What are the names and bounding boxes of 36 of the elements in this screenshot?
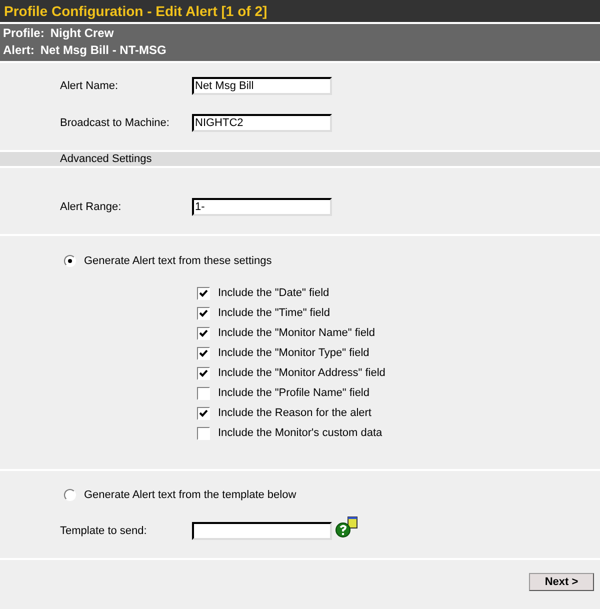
field-label: Alert Range: xyxy=(59,201,122,213)
info-value: Net Msg Bill - NT-MSG xyxy=(40,43,166,57)
checkbox-label: Include the "Monitor Name" field xyxy=(218,327,375,339)
input-field[interactable]: NIGHTC2 xyxy=(192,114,332,132)
radio-button[interactable] xyxy=(64,489,76,501)
radio-label: Generate Alert text from the template below xyxy=(84,489,296,501)
section-heading: Advanced Settings xyxy=(0,152,600,168)
checkbox-label: Include the "Monitor Address" field xyxy=(218,367,386,379)
checkbox[interactable] xyxy=(197,366,210,380)
checkbox[interactable] xyxy=(197,346,210,360)
input-field[interactable]: Net Msg Bill xyxy=(192,77,332,95)
next-button[interactable]: Next > xyxy=(529,573,594,591)
info-label: Alert: xyxy=(3,42,34,59)
checkbox-label: Include the Monitor's custom data xyxy=(218,427,382,439)
checkbox-label: Include the "Time" field xyxy=(218,307,330,319)
checkbox-label: Include the "Date" field xyxy=(218,287,330,299)
checkbox[interactable] xyxy=(197,426,210,440)
checkbox-label: Include the Reason for the alert xyxy=(218,407,372,419)
checkbox[interactable] xyxy=(197,306,210,320)
checkbox[interactable] xyxy=(197,386,210,400)
field-label: Alert Name: xyxy=(59,80,120,92)
radio-label: Generate Alert text from these settings xyxy=(84,255,272,267)
help-icon[interactable] xyxy=(334,516,360,538)
checkbox[interactable] xyxy=(197,326,210,340)
field-label: Broadcast to Machine: xyxy=(59,117,170,129)
page-title: Profile Configuration - Edit Alert [1 of 2] xyxy=(0,0,600,24)
input-field[interactable]: 1- xyxy=(192,198,332,216)
checkbox[interactable] xyxy=(197,286,210,300)
checkbox-label: Include the "Monitor Type" field xyxy=(218,347,370,359)
radio-button[interactable] xyxy=(64,255,76,267)
checkbox[interactable] xyxy=(197,406,210,420)
field-label: Template to send: xyxy=(59,525,148,537)
info-value: Night Crew xyxy=(50,26,114,40)
checkbox-label: Include the "Profile Name" field xyxy=(218,387,370,399)
input-field[interactable] xyxy=(192,522,332,540)
info-label: Profile: xyxy=(3,25,44,42)
